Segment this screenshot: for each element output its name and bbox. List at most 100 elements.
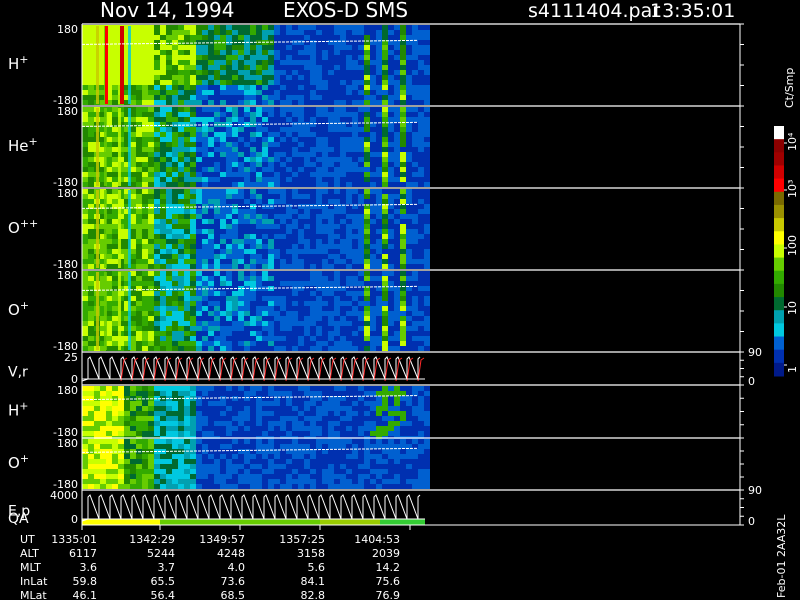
spectrogram-cell <box>424 209 430 214</box>
spectrogram-cell <box>238 479 244 484</box>
spectrogram-cell <box>112 276 118 281</box>
spectrogram-cell <box>298 152 304 157</box>
spectrogram-cell <box>376 199 382 204</box>
spectrogram-cell <box>328 142 334 147</box>
spectrogram-cell <box>100 439 106 444</box>
spectrogram-cell <box>328 55 334 60</box>
spectrogram-cell <box>214 224 220 229</box>
spectrogram-cell <box>112 281 118 286</box>
spectrogram-cell <box>322 214 328 219</box>
spectrogram-cell <box>412 249 418 254</box>
spectrogram-cell <box>178 321 184 326</box>
spectrogram-cell <box>406 336 412 341</box>
spectrogram-cell <box>340 189 346 194</box>
spectrogram-cell <box>304 172 310 177</box>
spectrogram-cell <box>154 204 160 209</box>
spectrogram-cell <box>112 244 118 249</box>
spectrogram-cell <box>352 25 358 30</box>
spectrogram-cell <box>184 50 190 55</box>
spectrogram-cell <box>352 271 358 276</box>
spectrogram-cell <box>358 107 364 112</box>
spectrogram-cell <box>394 484 400 489</box>
spectrogram-cell <box>208 85 214 90</box>
spectrogram-cell <box>262 464 268 469</box>
spectrogram-cell <box>112 229 118 234</box>
spectrogram-cell <box>370 311 376 316</box>
spectrogram-cell <box>424 194 430 199</box>
spectrogram-cell <box>394 326 400 331</box>
spectrogram-cell <box>268 90 274 95</box>
spectrogram-cell <box>268 421 274 426</box>
spectrogram-cell <box>316 301 322 306</box>
spectrogram-cell <box>172 254 178 259</box>
spectrogram-cell <box>274 60 280 65</box>
spectrogram-cell <box>334 55 340 60</box>
spectrogram-cell <box>256 147 262 152</box>
spectrogram-cell <box>82 100 88 105</box>
spectrogram-cell <box>376 50 382 55</box>
spectrogram-cell <box>232 326 238 331</box>
spectrogram-cell <box>286 117 292 122</box>
spectrogram-cell <box>340 296 346 301</box>
spectrogram-cell <box>358 276 364 281</box>
spectrogram-cell <box>334 40 340 45</box>
spectrogram-cell <box>214 85 220 90</box>
spectrogram-cell <box>190 157 196 162</box>
spectrogram-cell <box>136 25 142 30</box>
spectrogram-cell <box>160 80 166 85</box>
spectrogram-cell <box>226 444 232 449</box>
spectrogram-cell <box>220 147 226 152</box>
spectrogram-cell <box>166 331 172 336</box>
spectrogram-cell <box>136 411 142 416</box>
spectrogram-cell <box>142 459 148 464</box>
spectrogram-cell <box>142 286 148 291</box>
spectrogram-cell <box>82 229 88 234</box>
spectrogram-cell <box>166 127 172 132</box>
spectrogram-cell <box>334 431 340 436</box>
spectrogram-cell <box>376 177 382 182</box>
spectrogram-cell <box>112 189 118 194</box>
spectrogram-cell <box>280 291 286 296</box>
spectrogram-cell <box>130 459 136 464</box>
spectrogram-cell <box>304 80 310 85</box>
spectrogram-cell <box>82 189 88 194</box>
spectrogram-cell <box>286 204 292 209</box>
spectrogram-cell <box>334 259 340 264</box>
spectrogram-cell <box>256 65 262 70</box>
spectrogram-cell <box>382 336 388 341</box>
spectrogram-cell <box>226 50 232 55</box>
spectrogram-cell <box>412 55 418 60</box>
spectrogram-cell <box>268 306 274 311</box>
spectrogram-cell <box>106 439 112 444</box>
spectrogram-cell <box>424 421 430 426</box>
spectrogram-cell <box>190 50 196 55</box>
spectrogram-cell <box>268 254 274 259</box>
spectrogram-cell <box>142 172 148 177</box>
spectrogram-cell <box>250 321 256 326</box>
spectrogram-cell <box>382 172 388 177</box>
spectrogram-cell <box>112 444 118 449</box>
spectrogram-cell <box>256 276 262 281</box>
spectrogram-cell <box>304 431 310 436</box>
spectrogram-cell <box>334 321 340 326</box>
spectrogram-cell <box>418 484 424 489</box>
spectrogram-cell <box>412 132 418 137</box>
spectrogram-cell <box>400 189 406 194</box>
spectrogram-cell <box>244 449 250 454</box>
spectrogram-cell <box>262 60 268 65</box>
spectrogram-cell <box>412 469 418 474</box>
spectrogram-cell <box>382 177 388 182</box>
spectrogram-cell <box>424 311 430 316</box>
spectrogram-cell <box>424 416 430 421</box>
spectrogram-cell <box>238 326 244 331</box>
spectrogram-cell <box>166 55 172 60</box>
spectrogram-cell <box>178 172 184 177</box>
spectrogram-cell <box>244 316 250 321</box>
spectrogram-cell <box>184 209 190 214</box>
spectrogram-cell <box>340 306 346 311</box>
spectrogram-cell <box>82 276 88 281</box>
spectrogram-cell <box>418 391 424 396</box>
spectrogram-cell <box>316 194 322 199</box>
spectrogram-cell <box>376 291 382 296</box>
spectrogram-cell <box>262 219 268 224</box>
